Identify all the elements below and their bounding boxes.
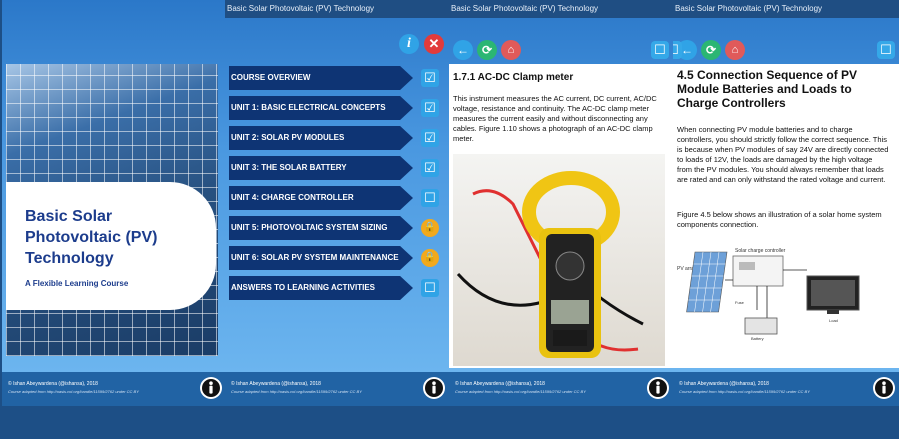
load-label: Load: [829, 318, 838, 323]
checkbox-icon[interactable]: ☐: [651, 41, 669, 59]
accessibility-icon[interactable]: [200, 377, 222, 399]
lock-icon: 🔒: [421, 219, 439, 237]
cover-subtitle: A Flexible Learning Course: [25, 279, 129, 288]
menu-item-unit-2[interactable]: UNIT 2: SOLAR PV MODULES: [229, 126, 413, 150]
checkbox-icon: [421, 159, 439, 177]
menu-item-unit-6[interactable]: UNIT 6: SOLAR PV SYSTEM MAINTENANCE: [229, 246, 413, 270]
footer: © Ishan Abeywardena (@ishansa), 2018 Cou…: [225, 372, 449, 406]
accessibility-icon[interactable]: [873, 377, 895, 399]
refresh-icon[interactable]: ⟳: [701, 40, 721, 60]
connection-diagram: PV array Solar charge controller Fuse Ba…: [677, 248, 860, 341]
accessibility-icon[interactable]: [423, 377, 445, 399]
app-title: Basic Solar Photovoltaic (PV) Technology: [449, 0, 673, 18]
cover-card: Basic Solar Photovoltaic (PV) Technology…: [6, 182, 216, 310]
footer: © Ishan Abeywardena (@ishansa), 2018 Cou…: [2, 372, 226, 406]
lock-icon: 🔒: [421, 249, 439, 267]
content-page: 1.7.1 AC-DC Clamp meter This instrument …: [449, 64, 673, 368]
menu-panel: Basic Solar Photovoltaic (PV) Technology…: [225, 0, 449, 439]
section-body-1: When connecting PV module batteries and …: [677, 125, 889, 184]
menu-item-answers[interactable]: ANSWERS TO LEARNING ACTIVITIES: [229, 276, 413, 300]
checkbox-icon: [421, 189, 439, 207]
cover-title: Basic Solar Photovoltaic (PV) Technology: [25, 208, 158, 267]
back-arrow-icon[interactable]: ←: [453, 40, 473, 60]
section-heading: 4.5 Connection Sequence of PV Module Bat…: [677, 68, 858, 110]
menu-item-course-overview[interactable]: COURSE OVERVIEW: [229, 66, 413, 90]
section-heading: 1.7.1 AC-DC Clamp meter: [453, 72, 574, 83]
info-icon[interactable]: i: [399, 34, 419, 54]
checkbox-icon[interactable]: ☐: [673, 41, 682, 59]
checkbox-icon: [421, 69, 439, 87]
connection-panel: Basic Solar Photovoltaic (PV) Technology…: [673, 0, 899, 439]
copyright: © Ishan Abeywardena (@ishansa), 2018: [231, 381, 321, 387]
menu-item-unit-3[interactable]: UNIT 3: THE SOLAR BATTERY: [229, 156, 413, 180]
copyright: © Ishan Abeywardena (@ishansa), 2018: [455, 381, 545, 387]
battery-label: Battery: [751, 336, 764, 341]
checkbox-icon: [421, 99, 439, 117]
app-title: Basic Solar Photovoltaic (PV) Technology: [673, 0, 899, 18]
section-body-2: Figure 4.5 below shows an illustration o…: [677, 210, 882, 229]
accessibility-icon[interactable]: [647, 377, 669, 399]
copyright: © Ishan Abeywardena (@ishansa), 2018: [8, 381, 98, 387]
menu-item-unit-1[interactable]: UNIT 1: BASIC ELECTRICAL CONCEPTS: [229, 96, 413, 120]
footer: © Ishan Abeywardena (@ishansa), 2018 Cou…: [673, 372, 899, 406]
content-page: 4.5 Connection Sequence of PV Module Bat…: [673, 64, 899, 368]
checkbox-icon[interactable]: ☐: [877, 41, 895, 59]
copyright: © Ishan Abeywardena (@ishansa), 2018: [679, 381, 769, 387]
credit: Course adapted from http://oasis.col.org…: [231, 389, 362, 394]
controller-label: Solar charge controller: [735, 248, 786, 254]
app-title: Basic Solar Photovoltaic (PV) Technology: [225, 0, 449, 18]
close-icon[interactable]: ✕: [424, 34, 444, 54]
menu-item-unit-4[interactable]: UNIT 4: CHARGE CONTROLLER: [229, 186, 413, 210]
refresh-icon[interactable]: ⟳: [477, 40, 497, 60]
cover-panel: Basic Solar Photovoltaic (PV) Technology…: [2, 0, 226, 439]
section-body: This instrument measures the AC current,…: [453, 94, 657, 143]
credit: Course adapted from http://oasis.col.org…: [455, 389, 586, 394]
checkbox-icon: [421, 279, 439, 297]
credit: Course adapted from http://oasis.col.org…: [679, 389, 810, 394]
checkbox-icon: [421, 129, 439, 147]
home-icon[interactable]: ⌂: [725, 40, 745, 60]
menu-item-unit-5[interactable]: UNIT 5: PHOTOVOLTAIC SYSTEM SIZING: [229, 216, 413, 240]
clamp-meter-photo: [453, 154, 665, 366]
fuse-label: Fuse: [735, 300, 745, 305]
credit: Course adapted from http://oasis.col.org…: [8, 389, 139, 394]
footer: © Ishan Abeywardena (@ishansa), 2018 Cou…: [449, 372, 673, 406]
home-icon[interactable]: ⌂: [501, 40, 521, 60]
clamp-meter-panel: Basic Solar Photovoltaic (PV) Technology…: [449, 0, 673, 439]
